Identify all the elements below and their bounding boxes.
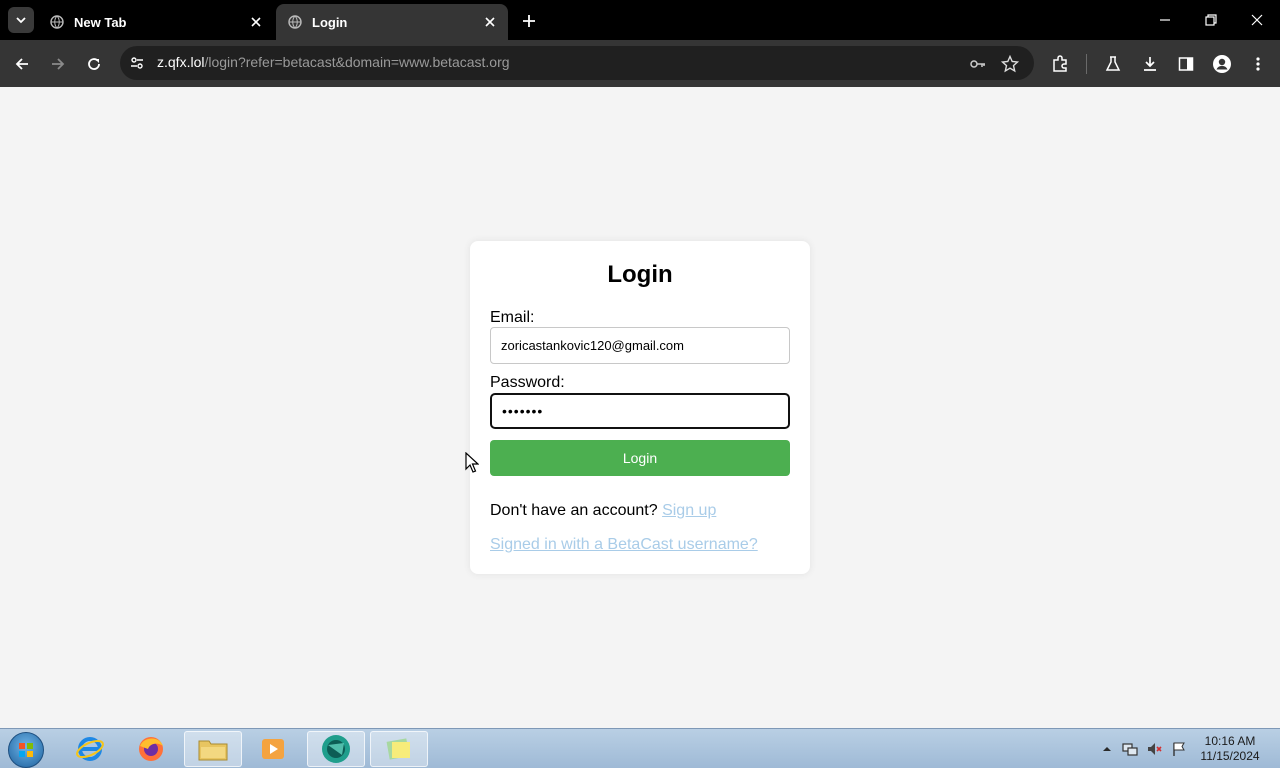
- network-tray-icon[interactable]: [1122, 741, 1138, 757]
- url-text: z.qfx.lol/login?refer=betacast&domain=ww…: [157, 54, 510, 70]
- volume-tray-icon[interactable]: [1146, 741, 1162, 757]
- browser-app-icon: [322, 735, 350, 763]
- browser-toolbar: z.qfx.lol/login?refer=betacast&domain=ww…: [0, 40, 1280, 87]
- windows-logo-icon: [19, 743, 33, 757]
- internet-explorer-icon: [76, 737, 104, 761]
- url-host: z.qfx.lol: [157, 54, 205, 70]
- restore-icon: [1205, 14, 1217, 26]
- download-icon: [1144, 57, 1156, 71]
- profile-button[interactable]: [1209, 51, 1235, 77]
- media-player-icon: [262, 739, 284, 759]
- taskbar-file-explorer[interactable]: [184, 731, 242, 767]
- address-bar[interactable]: z.qfx.lol/login?refer=betacast&domain=ww…: [120, 46, 1034, 80]
- site-info-icon[interactable]: [128, 54, 146, 72]
- show-hidden-icons-button[interactable]: [1099, 741, 1115, 757]
- taskbar-internet-explorer[interactable]: [61, 731, 119, 767]
- signup-prompt-text: Don't have an account?: [490, 502, 658, 519]
- chevron-down-icon: [16, 17, 26, 24]
- windows-taskbar: 10:16 AM 11/15/2024: [0, 728, 1280, 768]
- chevron-up-icon: [1103, 747, 1111, 751]
- reload-button[interactable]: [81, 51, 107, 77]
- password-field[interactable]: [490, 393, 790, 429]
- globe-icon: [50, 15, 64, 29]
- speaker-muted-icon: [1148, 743, 1162, 755]
- close-window-button[interactable]: [1245, 8, 1269, 32]
- signup-link[interactable]: Sign up: [662, 502, 716, 519]
- login-card: Login Email: Password: Login Don't have …: [470, 241, 810, 574]
- password-label: Password:: [490, 374, 565, 391]
- clock-date: 11/15/2024: [1200, 749, 1260, 763]
- notes-icon: [386, 738, 410, 760]
- email-label: Email:: [490, 309, 535, 326]
- toolbar-separator: [1086, 54, 1087, 74]
- labs-button[interactable]: [1100, 51, 1126, 77]
- menu-button[interactable]: [1245, 51, 1271, 77]
- tab-title: New Tab: [74, 14, 127, 30]
- url-path: /login?refer=betacast&domain=www.betacas…: [204, 54, 510, 70]
- network-icon: [1122, 743, 1138, 756]
- avatar-icon: [1213, 55, 1231, 73]
- taskbar-chrome-app[interactable]: [307, 731, 365, 767]
- downloads-button[interactable]: [1137, 51, 1163, 77]
- firefox-icon: [139, 737, 163, 761]
- back-button[interactable]: [9, 51, 35, 77]
- taskbar-notes-app[interactable]: [370, 731, 428, 767]
- arrow-right-icon: [52, 58, 65, 70]
- tab-title: Login: [312, 14, 348, 30]
- tab-search-button[interactable]: [8, 7, 34, 33]
- action-center-tray-icon[interactable]: [1171, 741, 1187, 757]
- start-button[interactable]: [8, 732, 44, 768]
- bookmark-star-icon[interactable]: [1000, 54, 1020, 74]
- page-viewport: Login Email: Password: Login Don't have …: [0, 87, 1280, 728]
- signup-prompt-row: Don't have an account? Sign up: [490, 502, 716, 520]
- betacast-username-link[interactable]: Signed in with a BetaCast username?: [490, 536, 758, 554]
- taskbar-firefox[interactable]: [122, 731, 180, 767]
- restore-button[interactable]: [1199, 8, 1223, 32]
- taskbar-media-player[interactable]: [244, 731, 302, 767]
- clock-time: 10:16 AM: [1204, 734, 1256, 748]
- page-title: Login: [607, 261, 673, 288]
- arrow-left-icon: [15, 58, 28, 70]
- side-panel-icon: [1178, 57, 1194, 71]
- side-panel-button[interactable]: [1173, 51, 1199, 77]
- tab-new-tab[interactable]: New Tab: [38, 4, 274, 40]
- new-tab-button[interactable]: [518, 10, 540, 32]
- folder-icon: [198, 740, 228, 761]
- close-icon: [1251, 14, 1263, 26]
- extensions-button[interactable]: [1047, 51, 1073, 77]
- tab-login[interactable]: Login: [276, 4, 508, 40]
- flag-icon: [1173, 742, 1185, 756]
- minimize-button[interactable]: [1153, 8, 1177, 32]
- close-icon[interactable]: [246, 12, 266, 32]
- tab-strip: New Tab Login: [0, 0, 1280, 40]
- forward-button[interactable]: [45, 51, 71, 77]
- reload-icon: [88, 58, 100, 70]
- kebab-menu-icon: [1256, 57, 1260, 71]
- key-icon[interactable]: [968, 54, 988, 74]
- puzzle-icon: [1053, 55, 1067, 72]
- globe-icon: [288, 15, 302, 29]
- email-field[interactable]: [490, 327, 790, 364]
- plus-icon: [523, 15, 535, 27]
- close-icon[interactable]: [480, 12, 500, 32]
- login-button[interactable]: Login: [490, 440, 790, 476]
- mouse-cursor-icon: [465, 452, 479, 473]
- flask-icon: [1105, 56, 1121, 71]
- system-clock[interactable]: 10:16 AM 11/15/2024: [1196, 734, 1264, 764]
- minimize-icon: [1160, 19, 1170, 21]
